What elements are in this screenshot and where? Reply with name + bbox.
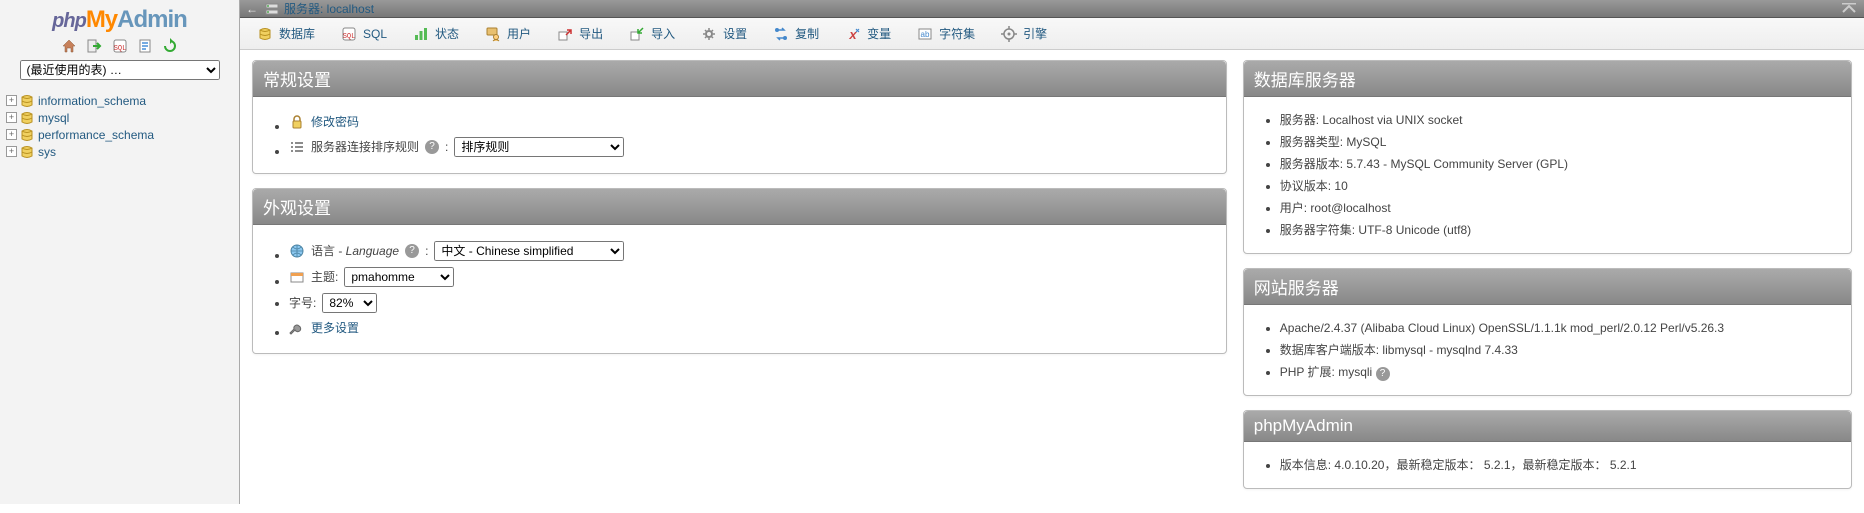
info-item: 服务器版本: 5.7.43 - MySQL Community Server (…: [1280, 155, 1837, 173]
tab-databases[interactable]: 数据库: [244, 18, 328, 49]
fontsize-label: 字号:: [289, 294, 316, 312]
info-item: 版本信息: 4.0.10.20，最新稳定版本： 5.2.1，最新稳定版本： 5.…: [1280, 456, 1837, 474]
tree-db-item[interactable]: + sys: [2, 143, 239, 160]
tab-export[interactable]: 导出: [544, 18, 616, 49]
info-item: Apache/2.4.37 (Alibaba Cloud Linux) Open…: [1280, 319, 1837, 337]
lock-icon: [289, 114, 305, 130]
users-icon: [485, 26, 501, 42]
panel-title: 常规设置: [253, 61, 1226, 97]
gear-icon: [701, 26, 717, 42]
db-name: information_schema: [38, 94, 146, 108]
more-settings-link[interactable]: 更多设置: [311, 319, 359, 337]
exit-icon[interactable]: [86, 38, 102, 54]
docs-icon[interactable]: [137, 38, 153, 54]
tab-import[interactable]: 导入: [616, 18, 688, 49]
tab-users[interactable]: 用户: [472, 18, 544, 49]
appearance-settings-panel: 外观设置 语言 - Language ?: 中文 - Chinese simpl…: [252, 188, 1227, 354]
tree-db-item[interactable]: + performance_schema: [2, 126, 239, 143]
charset-icon: [917, 26, 933, 42]
database-server-panel: 数据库服务器 服务器: Localhost via UNIX socket 服务…: [1243, 60, 1852, 254]
panel-title: 数据库服务器: [1244, 61, 1851, 97]
language-select[interactable]: 中文 - Chinese simplified: [434, 241, 624, 261]
collation-select[interactable]: 排序规则: [454, 137, 624, 157]
tree-db-item[interactable]: + information_schema: [2, 92, 239, 109]
variables-icon: [845, 26, 861, 42]
tab-engines[interactable]: 引擎: [988, 18, 1060, 49]
info-item: PHP 扩展: mysqli ?: [1280, 363, 1837, 381]
info-item: 协议版本: 10: [1280, 177, 1837, 195]
collapse-topbar-icon[interactable]: [1840, 2, 1858, 16]
logo: phpMyAdmin: [0, 0, 239, 36]
db-name: performance_schema: [38, 128, 154, 142]
navigation-panel: phpMyAdmin (最近使用的表) … + information_sche…: [0, 0, 240, 504]
expand-icon[interactable]: +: [6, 95, 17, 106]
fontsize-select[interactable]: 82%: [322, 293, 377, 313]
expand-icon[interactable]: +: [6, 112, 17, 123]
expand-icon[interactable]: +: [6, 129, 17, 140]
engine-icon: [1001, 26, 1017, 42]
recent-tables-select[interactable]: (最近使用的表) …: [20, 60, 220, 80]
database-icon: [19, 110, 35, 126]
theme-label: 主题:: [311, 268, 338, 286]
collation-label: 服务器连接排序规则: [311, 138, 419, 156]
wrench-icon: [289, 320, 305, 336]
tab-sql[interactable]: SQL: [328, 19, 400, 49]
general-settings-panel: 常规设置 修改密码: [252, 60, 1227, 174]
tab-charsets[interactable]: 字符集: [904, 18, 988, 49]
replication-icon: [773, 26, 789, 42]
tab-variables[interactable]: 变量: [832, 18, 904, 49]
change-password-link[interactable]: 修改密码: [311, 113, 359, 131]
tab-status[interactable]: 状态: [400, 18, 472, 49]
database-icon: [19, 93, 35, 109]
info-item: 服务器类型: MySQL: [1280, 133, 1837, 151]
theme-icon: [289, 269, 305, 285]
back-arrow-icon[interactable]: ←: [246, 2, 258, 16]
panel-title: 网站服务器: [1244, 269, 1851, 305]
db-name: mysql: [38, 111, 69, 125]
query-window-icon[interactable]: [112, 38, 128, 54]
phpmyadmin-panel: phpMyAdmin 版本信息: 4.0.10.20，最新稳定版本： 5.2.1…: [1243, 410, 1852, 489]
info-item: 数据库客户端版本: libmysql - mysqlnd 7.4.33: [1280, 341, 1837, 359]
reload-icon[interactable]: [162, 38, 178, 54]
web-server-panel: 网站服务器 Apache/2.4.37 (Alibaba Cloud Linux…: [1243, 268, 1852, 396]
database-icon: [257, 26, 273, 42]
database-icon: [19, 144, 35, 160]
language-label: 语言 - Language: [311, 242, 399, 260]
server-icon: [264, 1, 280, 17]
info-item: 服务器字符集: UTF-8 Unicode (utf8): [1280, 221, 1837, 239]
top-tabs: 数据库 SQL 状态 用户 导出 导入 设置 复制 变量 字符集 引擎: [240, 18, 1864, 50]
db-name: sys: [38, 145, 56, 159]
help-icon[interactable]: ?: [405, 244, 419, 258]
help-icon[interactable]: ?: [1376, 367, 1390, 381]
import-icon: [629, 26, 645, 42]
panel-title: 外观设置: [253, 189, 1226, 225]
server-breadcrumb[interactable]: 服务器: localhost: [284, 0, 374, 17]
tab-settings[interactable]: 设置: [688, 18, 760, 49]
globe-icon: [289, 243, 305, 259]
status-icon: [413, 26, 429, 42]
breadcrumb-bar: ← 服务器: localhost: [240, 0, 1864, 18]
panel-title: phpMyAdmin: [1244, 411, 1851, 442]
help-icon[interactable]: ?: [425, 140, 439, 154]
home-icon[interactable]: [61, 38, 77, 54]
export-icon: [557, 26, 573, 42]
database-tree: + information_schema + mysql + performan…: [0, 88, 239, 160]
tree-db-item[interactable]: + mysql: [2, 109, 239, 126]
theme-select[interactable]: pmahomme: [344, 267, 454, 287]
expand-icon[interactable]: +: [6, 146, 17, 157]
tab-replication[interactable]: 复制: [760, 18, 832, 49]
sql-icon: [341, 26, 357, 42]
list-icon: [289, 139, 305, 155]
info-item: 用户: root@localhost: [1280, 199, 1837, 217]
info-item: 服务器: Localhost via UNIX socket: [1280, 111, 1837, 129]
database-icon: [19, 127, 35, 143]
